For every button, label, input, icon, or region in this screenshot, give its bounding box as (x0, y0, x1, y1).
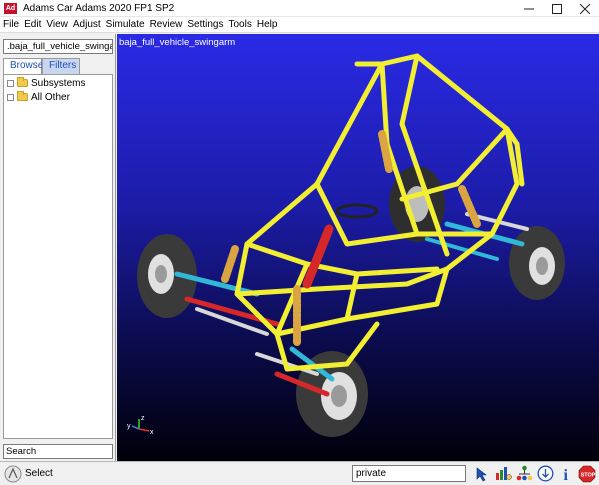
browser-search-input[interactable]: Search (3, 444, 113, 459)
expand-icon[interactable] (7, 79, 14, 87)
triad-z-label: z (141, 415, 145, 422)
minimize-button[interactable] (515, 0, 543, 17)
folder-icon (17, 77, 28, 87)
close-icon (580, 3, 590, 14)
window-title: Adams Car Adams 2020 FP1 SP2 (23, 2, 175, 14)
select-pointer-icon (476, 466, 487, 481)
menu-simulate[interactable]: Simulate (104, 19, 148, 30)
plot-button[interactable] (494, 464, 513, 483)
model-name-field[interactable]: .baja_full_vehicle_swingarm (3, 39, 113, 54)
coordinate-triad: z y x (127, 415, 154, 436)
triad-y-label: y (127, 423, 131, 430)
tree-item-label: Subsystems (31, 77, 86, 89)
tree-item-all-other[interactable]: All Other (4, 91, 112, 103)
menu-review[interactable]: Review (148, 19, 186, 30)
info-circle-icon (537, 465, 554, 482)
menu-bar: File Edit View Adjust Simulate Review Se… (0, 17, 599, 33)
steering-wheel (335, 203, 379, 219)
browser-tree: Subsystems All Other (3, 74, 113, 439)
expand-icon[interactable] (7, 93, 14, 101)
stop-button[interactable]: STOP (577, 464, 596, 483)
graphics-viewport[interactable]: z y x baja_full_vehicle_swingarm (117, 34, 599, 461)
menu-edit[interactable]: Edit (22, 19, 44, 30)
info-button[interactable]: i (557, 464, 576, 483)
user-library-field[interactable]: private (352, 465, 466, 482)
tree-item-subsystems[interactable]: Subsystems (4, 77, 112, 89)
stop-icon: STOP (578, 465, 595, 482)
roll-cage-frame (234, 53, 525, 372)
svg-text:i: i (564, 467, 569, 482)
viewport-model-label: baja_full_vehicle_swingarm (119, 37, 236, 48)
menu-view[interactable]: View (44, 19, 71, 30)
svg-text:STOP: STOP (580, 472, 595, 478)
window-controls (515, 0, 599, 17)
maximize-icon (552, 3, 562, 14)
menu-tools[interactable]: Tools (227, 19, 255, 30)
menu-help[interactable]: Help (255, 19, 281, 30)
tab-filters[interactable]: Filters (42, 58, 80, 74)
info-circle-button[interactable] (536, 464, 555, 483)
mode-label: Select (25, 468, 53, 479)
tab-browse[interactable]: Browse (3, 58, 43, 74)
menu-settings[interactable]: Settings (185, 19, 226, 30)
folder-icon (17, 91, 28, 101)
select-mode-icon[interactable] (4, 465, 22, 483)
select-pointer-button[interactable] (472, 464, 491, 483)
adams-app-icon: Ad (4, 2, 17, 14)
status-bar: Select private i STOP (0, 461, 599, 485)
info-icon: i (564, 467, 569, 482)
close-button[interactable] (571, 0, 599, 17)
plot-icon (496, 467, 512, 480)
vehicle-model-render: z y x (127, 53, 565, 437)
model-tree-icon (516, 465, 533, 481)
model-browser: .baja_full_vehicle_swingarm Browse Filte… (0, 34, 116, 461)
triad-x-label: x (150, 429, 154, 436)
minimize-icon (524, 8, 534, 9)
menu-adjust[interactable]: Adjust (71, 19, 104, 30)
tire-right (509, 226, 565, 300)
model-tree-button[interactable] (515, 464, 534, 483)
maximize-button[interactable] (543, 0, 571, 17)
browser-tabs: Browse Filters (3, 58, 80, 74)
menu-file[interactable]: File (1, 19, 22, 30)
tree-item-label: All Other (31, 91, 70, 103)
title-bar: Ad Adams Car Adams 2020 FP1 SP2 (0, 0, 599, 17)
